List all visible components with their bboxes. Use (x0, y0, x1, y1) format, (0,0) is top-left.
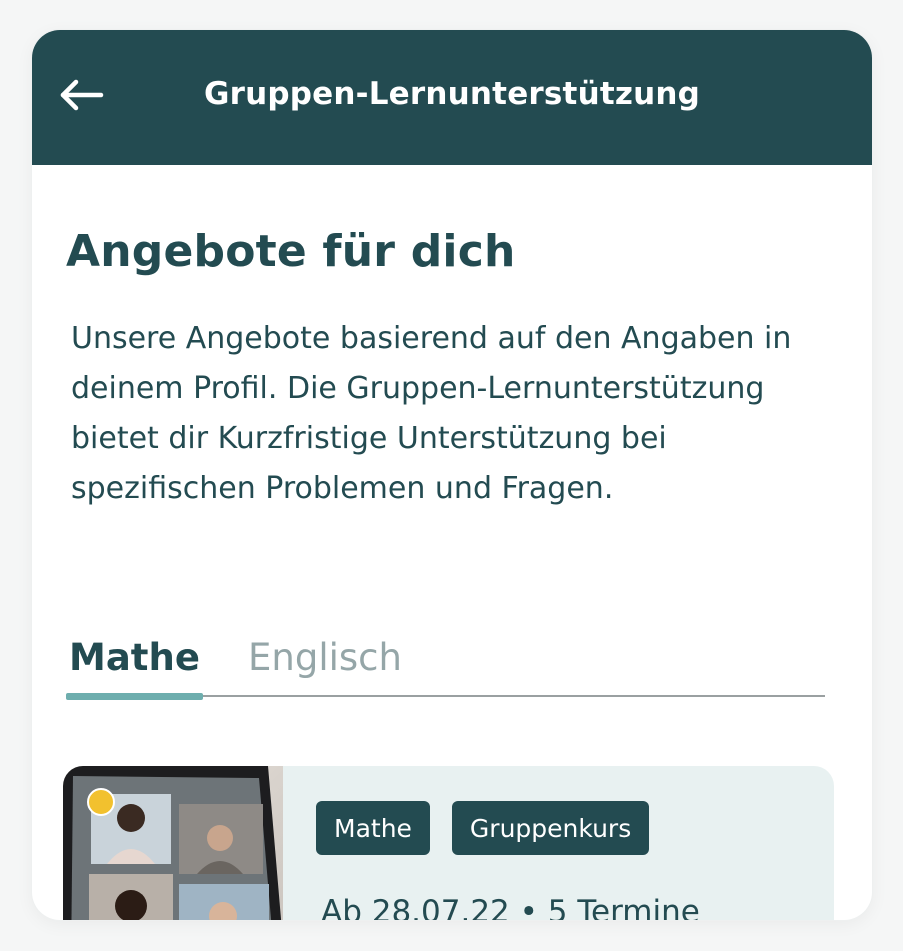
course-thumbnail (63, 766, 283, 920)
app-screen: Gruppen-Lernunterstützung Angebote für d… (32, 30, 872, 920)
tag-mathe: Mathe (316, 801, 430, 855)
video-call-illustration (63, 766, 282, 920)
section-description: Unsere Angebote basierend auf den Angabe… (71, 321, 792, 506)
tab-mathe[interactable]: Mathe (69, 636, 200, 679)
tag-list: Mathe Gruppenkurs (316, 801, 650, 855)
back-button[interactable] (54, 70, 110, 120)
active-tab-indicator (66, 693, 203, 700)
course-date-info: Ab 28.07.22 • 5 Termine (321, 894, 700, 920)
tag-gruppenkurs: Gruppenkurs (451, 801, 650, 855)
offer-card[interactable]: Mathe Gruppenkurs Ab 28.07.22 • 5 Termin… (63, 766, 834, 920)
section-heading: Angebote für dich (66, 226, 516, 277)
arrow-left-icon (60, 79, 104, 111)
app-bar: Gruppen-Lernunterstützung (32, 30, 872, 165)
tab-englisch[interactable]: Englisch (248, 636, 402, 679)
page-title: Gruppen-Lernunterstützung (203, 76, 701, 112)
